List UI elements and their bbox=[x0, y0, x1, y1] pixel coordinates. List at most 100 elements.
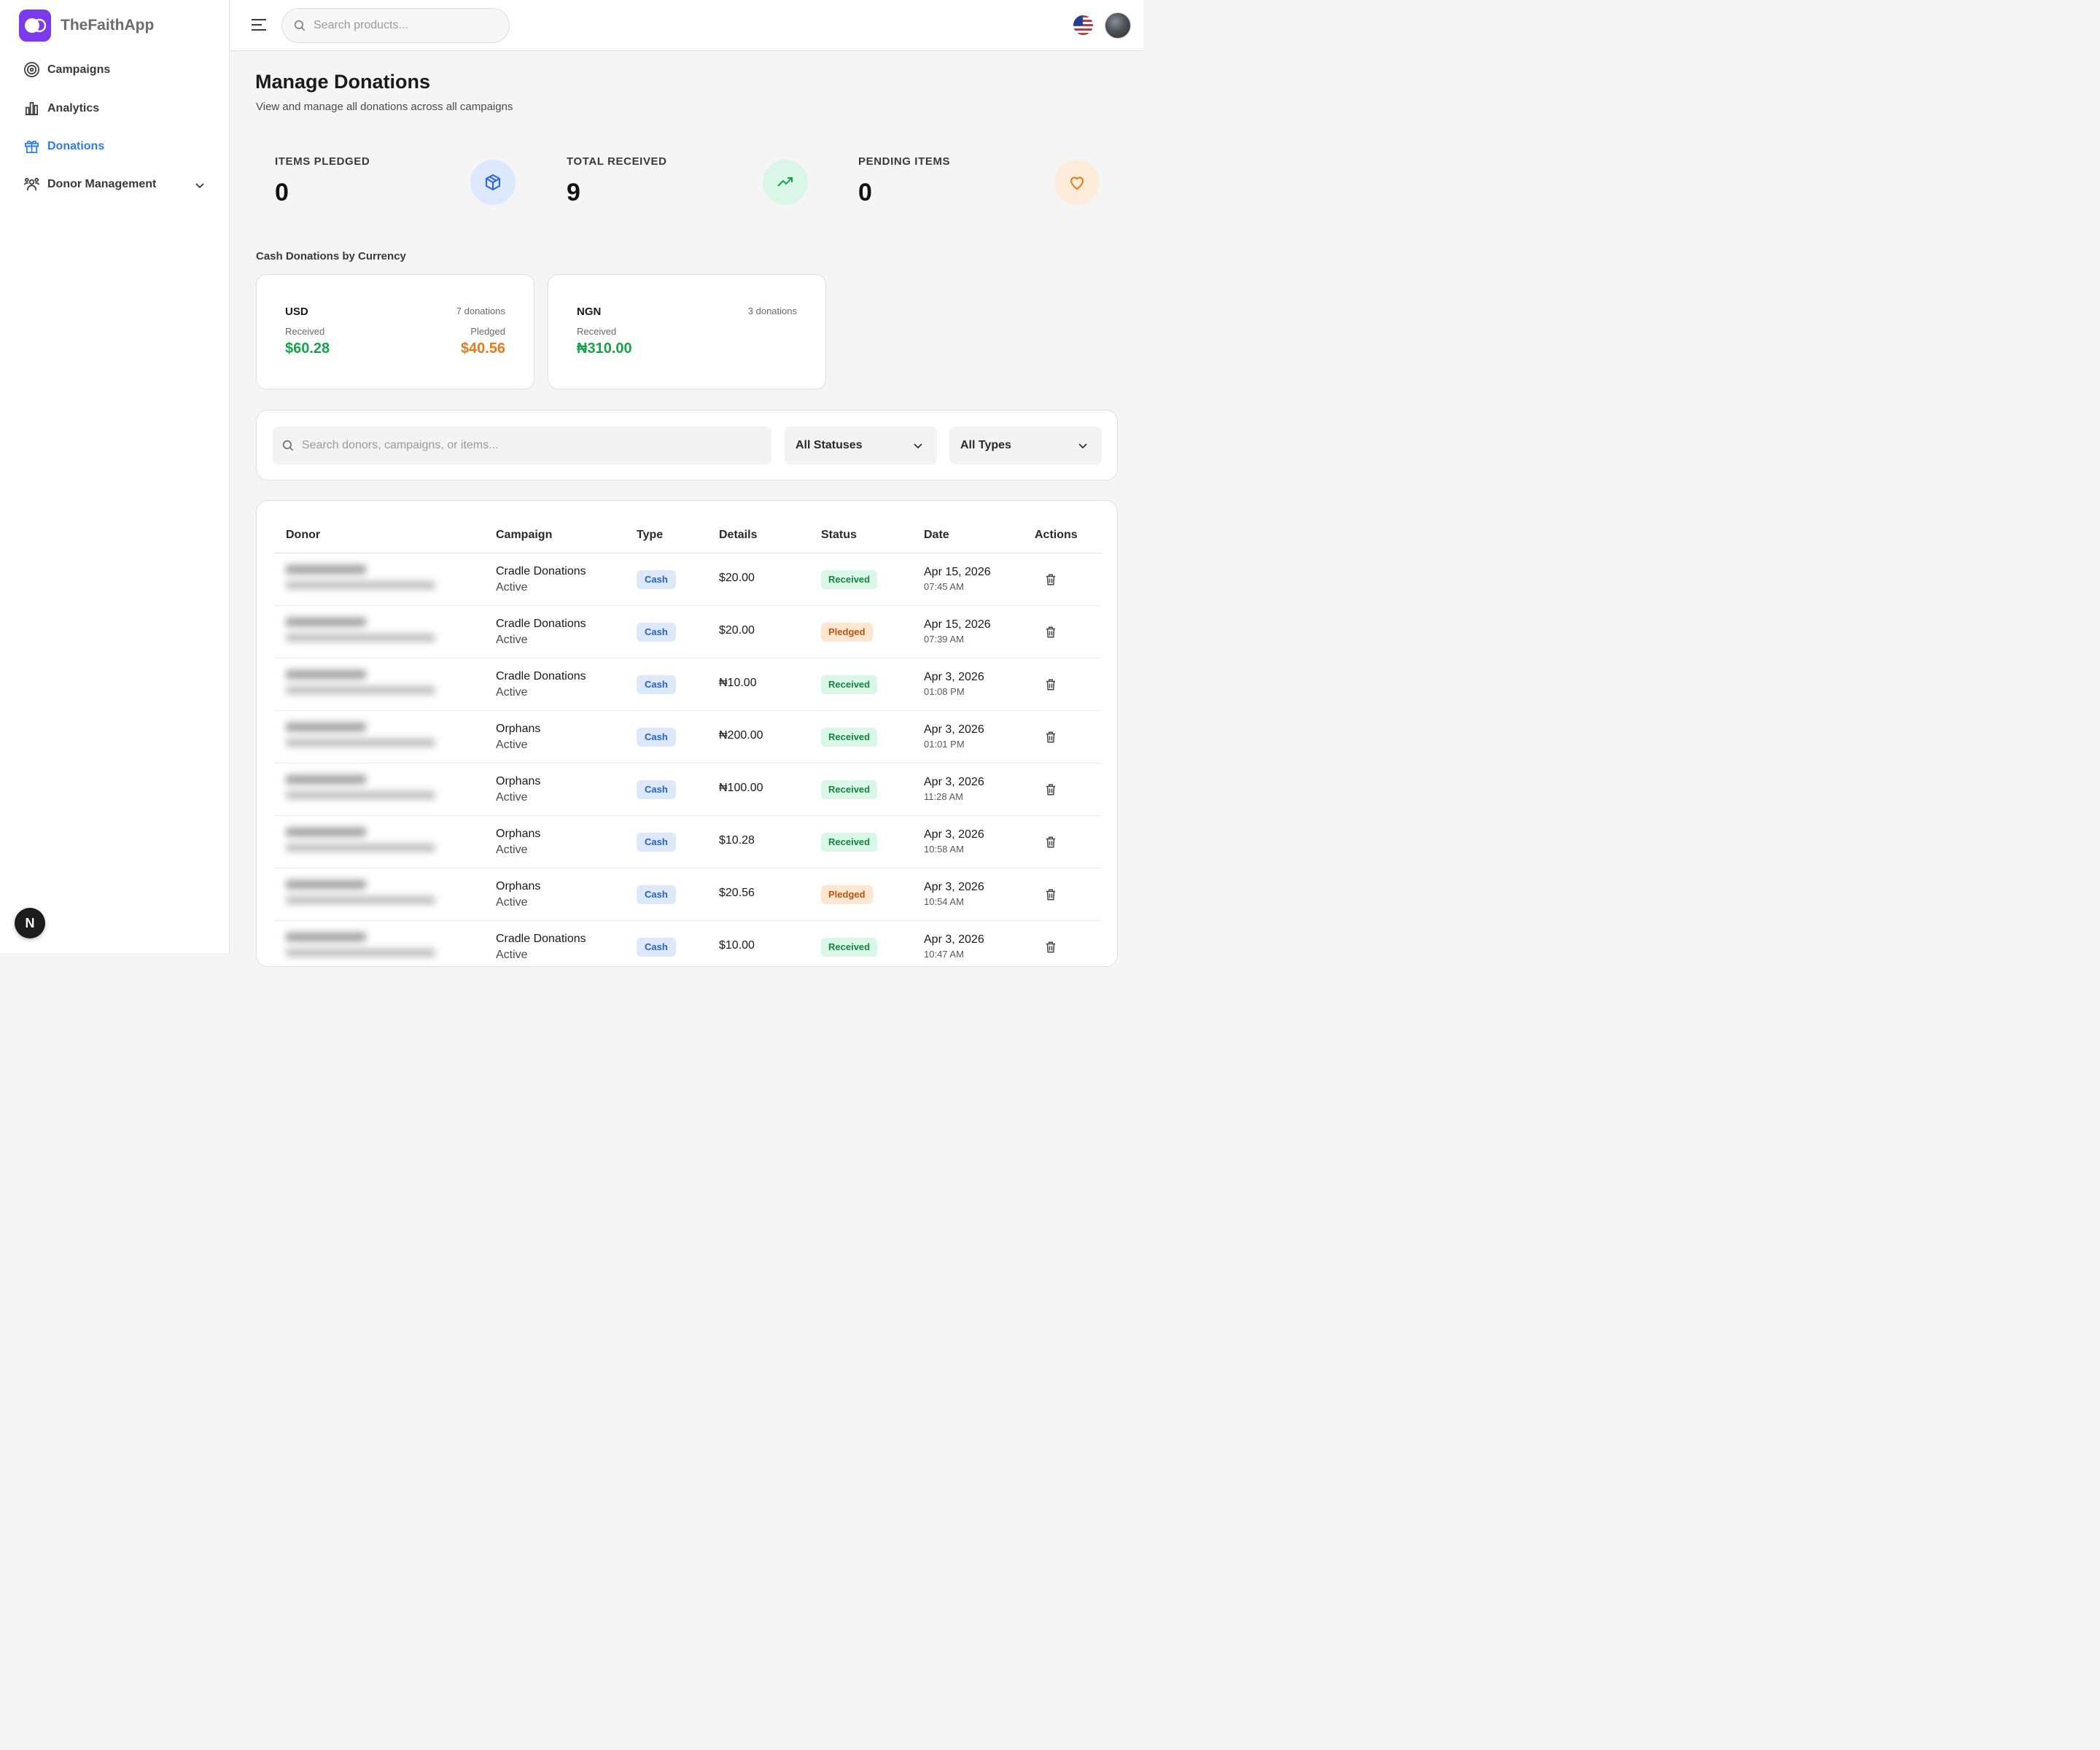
heart-icon bbox=[1054, 160, 1100, 205]
campaign-status: Active bbox=[496, 686, 528, 699]
chevron-down-icon[interactable] bbox=[194, 179, 206, 191]
trash-icon[interactable] bbox=[1044, 678, 1057, 691]
donor-redacted bbox=[286, 565, 435, 589]
product-search[interactable] bbox=[281, 8, 510, 43]
type-badge: Cash bbox=[637, 623, 676, 642]
trash-icon[interactable] bbox=[1044, 573, 1057, 586]
trash-icon[interactable] bbox=[1044, 626, 1057, 639]
status-badge: Received bbox=[821, 570, 878, 589]
donation-date: Apr 15, 2026 bbox=[924, 618, 991, 631]
trash-icon[interactable] bbox=[1044, 941, 1057, 954]
donation-time: 07:45 AM bbox=[924, 581, 964, 592]
campaign-name: Orphans bbox=[496, 723, 541, 735]
trash-icon[interactable] bbox=[1044, 836, 1057, 849]
date-cell: Apr 3, 2026 11:28 AM bbox=[924, 775, 984, 804]
date-cell: Apr 15, 2026 07:45 AM bbox=[924, 565, 991, 594]
donation-search[interactable] bbox=[273, 427, 771, 464]
currency-code: NGN bbox=[577, 306, 602, 318]
campaign-cell: Orphans Active bbox=[496, 826, 540, 858]
campaign-name: Orphans bbox=[496, 775, 541, 788]
status-select-value: All Statuses bbox=[796, 439, 863, 451]
page-title: Manage Donations bbox=[255, 71, 431, 93]
pledged-amount: $40.56 bbox=[460, 341, 505, 357]
dev-tools-badge[interactable]: N bbox=[15, 908, 45, 938]
column-header-campaign: Campaign bbox=[496, 529, 553, 541]
campaign-name: Cradle Donations bbox=[496, 670, 586, 682]
type-select[interactable]: All Types bbox=[949, 427, 1102, 464]
donation-search-input[interactable] bbox=[302, 439, 739, 452]
donation-amount: ₦10.00 bbox=[719, 677, 757, 689]
campaign-status: Active bbox=[496, 844, 528, 856]
donation-date: Apr 3, 2026 bbox=[924, 776, 984, 788]
donor-redacted bbox=[286, 775, 435, 799]
donation-amount: $20.00 bbox=[719, 572, 755, 584]
search-icon bbox=[282, 440, 294, 451]
type-badge: Cash bbox=[637, 780, 676, 799]
trash-icon[interactable] bbox=[1044, 731, 1057, 744]
currency-section-label: Cash Donations by Currency bbox=[256, 250, 406, 262]
date-cell: Apr 3, 2026 10:47 AM bbox=[924, 933, 984, 962]
campaign-cell: Cradle Donations Active bbox=[496, 931, 586, 963]
donation-date: Apr 15, 2026 bbox=[924, 566, 991, 578]
date-cell: Apr 3, 2026 01:08 PM bbox=[924, 670, 984, 699]
stat-total-received: TOTAL RECEIVED 9 bbox=[567, 149, 829, 215]
table-row: Cradle Donations Active Cash $10.00 Received… bbox=[274, 921, 1101, 966]
column-header-actions: Actions bbox=[1035, 529, 1078, 541]
campaign-name: Cradle Donations bbox=[496, 565, 586, 578]
user-avatar[interactable] bbox=[1105, 12, 1131, 39]
stat-label: PENDING ITEMS bbox=[858, 155, 951, 168]
trash-icon[interactable] bbox=[1044, 783, 1057, 796]
trending-up-icon bbox=[763, 160, 808, 205]
target-icon bbox=[24, 62, 39, 77]
sidebar-item-analytics[interactable]: Analytics bbox=[23, 100, 99, 117]
sidebar-item-label: Campaigns bbox=[47, 63, 111, 76]
donation-time: 01:01 PM bbox=[924, 739, 965, 750]
campaign-cell: Orphans Active bbox=[496, 879, 540, 911]
sidebar: TheFaithApp Campaigns Analytics Donation… bbox=[0, 0, 230, 953]
us-flag-icon[interactable] bbox=[1073, 15, 1093, 35]
brand[interactable]: TheFaithApp bbox=[19, 9, 154, 42]
stat-value: 9 bbox=[567, 179, 580, 206]
chevron-down-icon bbox=[914, 443, 922, 449]
campaign-name: Cradle Donations bbox=[496, 933, 586, 945]
campaign-status: Active bbox=[496, 581, 528, 594]
campaign-status: Active bbox=[496, 896, 528, 909]
donor-redacted bbox=[286, 880, 435, 904]
stat-label: TOTAL RECEIVED bbox=[567, 155, 667, 168]
trash-icon[interactable] bbox=[1044, 888, 1057, 901]
type-select-value: All Types bbox=[960, 439, 1011, 451]
column-header-details: Details bbox=[719, 529, 758, 541]
stat-value: 0 bbox=[858, 179, 872, 206]
product-search-input[interactable] bbox=[314, 19, 489, 32]
column-header-status: Status bbox=[821, 529, 857, 541]
donation-amount: $10.28 bbox=[719, 834, 755, 847]
donor-redacted bbox=[286, 618, 435, 642]
sidebar-item-donor-management[interactable]: Donor Management bbox=[23, 176, 156, 192]
pledged-label: Pledged bbox=[470, 326, 505, 337]
campaign-name: Orphans bbox=[496, 880, 541, 892]
table-row: Orphans Active Cash ₦100.00 Received Apr 3, 2… bbox=[274, 763, 1101, 816]
sidebar-item-label: Analytics bbox=[47, 101, 100, 114]
date-cell: Apr 15, 2026 07:39 AM bbox=[924, 618, 991, 647]
sidebar-item-label: Donations bbox=[47, 139, 105, 152]
campaign-status: Active bbox=[496, 634, 528, 646]
donor-redacted bbox=[286, 670, 435, 694]
donation-count: 3 donations bbox=[747, 306, 797, 316]
donation-time: 10:58 AM bbox=[924, 844, 964, 855]
status-select[interactable]: All Statuses bbox=[785, 427, 937, 464]
sidebar-item-campaigns[interactable]: Campaigns bbox=[23, 61, 110, 78]
campaign-cell: Cradle Donations Active bbox=[496, 669, 586, 701]
campaign-status: Active bbox=[496, 949, 528, 961]
sidebar-item-donations[interactable]: Donations bbox=[23, 138, 104, 155]
sidebar-item-label: Donor Management bbox=[47, 177, 157, 190]
donation-time: 10:54 AM bbox=[924, 896, 964, 907]
table-row: Orphans Active Cash $10.28 Received Apr 3, 20… bbox=[274, 816, 1101, 868]
gift-icon bbox=[25, 140, 39, 153]
table-row: Orphans Active Cash $20.56 Pledged Apr 3, 202… bbox=[274, 868, 1101, 921]
donor-redacted bbox=[286, 723, 435, 747]
table-row: Orphans Active Cash ₦200.00 Received Apr 3, 2… bbox=[274, 711, 1101, 763]
campaign-status: Active bbox=[496, 791, 528, 804]
menu-icon[interactable] bbox=[251, 18, 267, 32]
donation-amount: $20.00 bbox=[719, 624, 755, 637]
type-badge: Cash bbox=[637, 675, 676, 694]
